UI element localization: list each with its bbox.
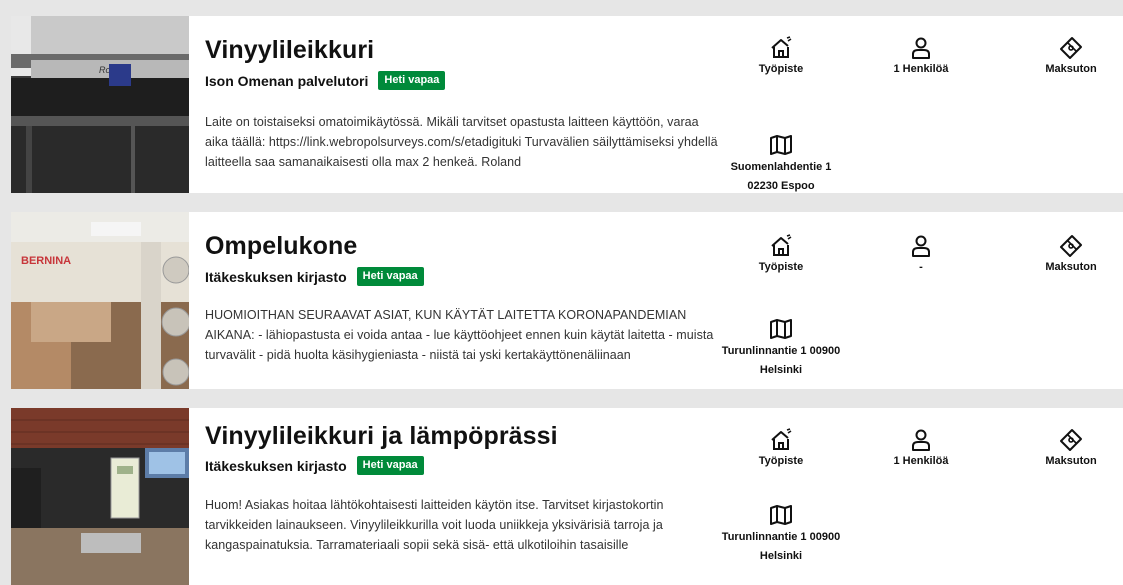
ticket-icon (1060, 235, 1082, 257)
map-icon (770, 319, 792, 339)
map-icon (770, 505, 792, 525)
address-city: 02230 Espoo (747, 180, 815, 192)
home-icon (771, 234, 792, 256)
resource-title[interactable]: Vinyylileikkuri ja lämpöprässi (205, 422, 558, 451)
address-street: Turunlinnantie 1 00900 (721, 531, 841, 543)
resource-price-label: Maksuton (1045, 261, 1097, 273)
resource-price: Maksuton (1011, 36, 1123, 76)
resource-type-label: Työpiste (758, 455, 804, 467)
resource-image (11, 408, 189, 585)
person-icon (912, 429, 930, 451)
resource-type: Työpiste (721, 428, 841, 468)
resource-capacity-label: 1 Henkilöä (893, 63, 949, 75)
availability-badge: Heti vapaa (356, 267, 424, 286)
thumb-brand-label: BERNINA (21, 255, 71, 267)
person-icon (912, 37, 930, 59)
ticket-icon (1060, 429, 1082, 451)
resource-card[interactable]: Roland Vinyylileikkuri Ison Omenan palve… (11, 16, 1123, 193)
ticket-icon (1060, 37, 1082, 59)
map-icon (770, 135, 792, 155)
resource-type: Työpiste (721, 234, 841, 274)
resource-capacity: 1 Henkilöä (861, 36, 981, 76)
resource-address: Turunlinnantie 1 00900 Helsinki (721, 504, 841, 566)
resource-image: Roland (11, 16, 189, 193)
resource-capacity-label: 1 Henkilöä (893, 455, 949, 467)
resource-price-label: Maksuton (1045, 455, 1097, 467)
provider-name: Itäkeskuksen kirjasto (205, 457, 347, 474)
provider-name: Itäkeskuksen kirjasto (205, 268, 347, 285)
availability-badge: Heti vapaa (356, 456, 424, 475)
resource-price: Maksuton (1011, 234, 1123, 274)
availability-badge: Heti vapaa (378, 71, 446, 90)
resource-image: BERNINA (11, 212, 189, 389)
resource-type: Työpiste (721, 36, 841, 76)
resource-card[interactable]: Vinyylileikkuri ja lämpöprässi Itäkeskuk… (11, 408, 1123, 585)
home-icon (771, 36, 792, 58)
home-icon (771, 428, 792, 450)
address-city: Helsinki (759, 550, 803, 562)
resource-description: Huom! Asiakas hoitaa lähtökohtaisesti la… (205, 498, 664, 552)
resource-price-label: Maksuton (1045, 63, 1097, 75)
address-street: Suomenlahdentie 1 (730, 161, 832, 173)
resource-type-label: Työpiste (758, 261, 804, 273)
resource-capacity: 1 Henkilöä (861, 428, 981, 468)
resource-capacity-label: - (919, 261, 923, 273)
resource-capacity: - (861, 234, 981, 274)
resource-card[interactable]: BERNINA Ompelukone Itäkeskuksen kirjasto… (11, 212, 1123, 389)
address-city: Helsinki (759, 364, 803, 376)
person-icon (912, 235, 930, 257)
resource-price: Maksuton (1011, 428, 1123, 468)
address-street: Turunlinnantie 1 00900 (721, 345, 841, 357)
resource-description: Laite on toistaiseksi omatoimikäytössä. … (205, 115, 718, 169)
resource-title[interactable]: Ompelukone (205, 232, 357, 261)
resource-type-label: Työpiste (758, 63, 804, 75)
resource-address: Suomenlahdentie 1 02230 Espoo (721, 134, 841, 193)
resource-description: HUOMIOITHAN SEURAAVAT ASIAT, KUN KÄYTÄT … (205, 308, 714, 362)
provider-name: Ison Omenan palvelutori (205, 72, 369, 89)
resource-title[interactable]: Vinyylileikkuri (205, 36, 374, 65)
resource-address: Turunlinnantie 1 00900 Helsinki (721, 318, 841, 380)
